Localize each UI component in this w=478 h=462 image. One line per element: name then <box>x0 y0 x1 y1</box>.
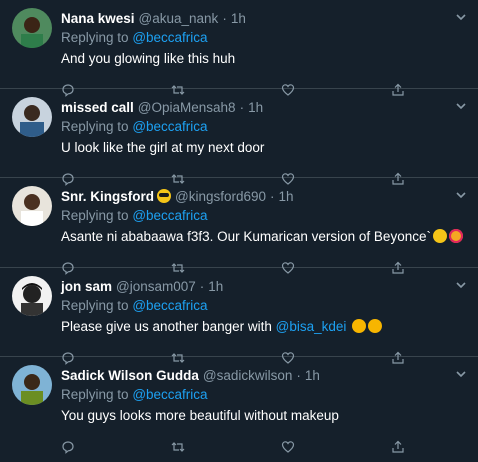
tweet-text-content: Asante ni ababaawa f3f3. Our Kumarican v… <box>61 229 431 244</box>
tweet-header: Sadick Wilson Gudda @sadickwilson · 1h <box>61 365 468 385</box>
avatar[interactable] <box>12 97 52 137</box>
user-handle[interactable]: @sadickwilson <box>203 368 292 383</box>
user-handle[interactable]: @jonsam007 <box>116 279 196 294</box>
replying-to-link[interactable]: @beccafrica <box>132 208 207 223</box>
separator: · <box>222 10 227 26</box>
rofl-emoji-icon <box>432 229 447 243</box>
chevron-down-icon[interactable] <box>454 188 468 202</box>
separator: · <box>270 188 275 204</box>
hugging-emoji-icon <box>352 319 367 333</box>
heart-eyes-emoji-icon <box>448 229 463 243</box>
tweet-header: Snr. Kingsford @kingsford690 · 1h <box>61 186 468 206</box>
tweet-text: Please give us another banger with @bisa… <box>61 317 468 337</box>
retweet-icon[interactable] <box>171 440 185 454</box>
tweet-text: And you glowing like this huh <box>61 51 236 66</box>
tweet-text: U look like the girl at my next door <box>61 140 265 155</box>
tweet-header: missed call @OpiaMensah8 · 1h <box>61 97 468 117</box>
timestamp[interactable]: 1h <box>279 189 294 204</box>
sunglasses-emoji-icon <box>157 189 172 203</box>
like-icon[interactable] <box>281 440 295 454</box>
tweet[interactable]: Nana kwesi @akua_nank · 1h Replying to @… <box>0 0 478 97</box>
replying-to: Replying to @beccafrica <box>61 206 468 225</box>
replying-to: Replying to @beccafrica <box>61 385 468 404</box>
avatar[interactable] <box>12 365 52 405</box>
avatar[interactable] <box>12 186 52 226</box>
tweet-text-content: Please give us another banger with <box>61 319 276 334</box>
replying-to: Replying to @beccafrica <box>61 28 468 47</box>
chevron-down-icon[interactable] <box>454 278 468 292</box>
timestamp[interactable]: 1h <box>208 279 223 294</box>
replying-to-link[interactable]: @beccafrica <box>132 30 207 45</box>
mention-link[interactable]: @bisa_kdei <box>276 319 347 334</box>
chevron-down-icon[interactable] <box>454 99 468 113</box>
tweet-text: Asante ni ababaawa f3f3. Our Kumarican v… <box>61 227 468 247</box>
user-handle[interactable]: @kingsford690 <box>175 189 266 204</box>
replying-to: Replying to @beccafrica <box>61 117 468 136</box>
display-name[interactable]: Sadick Wilson Gudda <box>61 368 199 383</box>
replying-to-label: Replying to <box>61 208 129 223</box>
timestamp[interactable]: 1h <box>305 368 320 383</box>
tweet-text: You guys looks more beautiful without ma… <box>61 408 339 423</box>
tweet-header: Nana kwesi @akua_nank · 1h <box>61 8 468 28</box>
tweet[interactable]: missed call @OpiaMensah8 · 1h Replying t… <box>0 89 478 186</box>
user-handle[interactable]: @akua_nank <box>139 11 219 26</box>
tweet-header: jon sam @jonsam007 · 1h <box>61 276 468 296</box>
hugging-emoji-icon <box>368 319 383 333</box>
avatar[interactable] <box>12 276 52 316</box>
replying-to-label: Replying to <box>61 387 129 402</box>
tweet-actions <box>61 432 468 462</box>
separator: · <box>199 278 205 294</box>
tweet[interactable]: jon sam @jonsam007 · 1h Replying to @bec… <box>0 268 478 365</box>
reply-icon[interactable] <box>61 440 75 454</box>
separator: · <box>239 99 245 115</box>
separator: · <box>296 367 301 383</box>
share-icon[interactable] <box>391 440 405 454</box>
timestamp[interactable]: 1h <box>231 11 246 26</box>
timestamp[interactable]: 1h <box>248 100 263 115</box>
display-name[interactable]: missed call <box>61 100 134 115</box>
chevron-down-icon[interactable] <box>454 10 468 24</box>
display-name[interactable]: Snr. Kingsford <box>61 189 154 204</box>
user-handle[interactable]: @OpiaMensah8 <box>138 100 236 115</box>
replying-to-link[interactable]: @beccafrica <box>132 387 207 402</box>
replying-to: Replying to @beccafrica <box>61 296 468 315</box>
replying-to-link[interactable]: @beccafrica <box>132 298 207 313</box>
tweet-feed: Nana kwesi @akua_nank · 1h Replying to @… <box>0 0 478 454</box>
display-name[interactable]: Nana kwesi <box>61 11 135 26</box>
tweet[interactable]: Sadick Wilson Gudda @sadickwilson · 1h R… <box>0 357 478 454</box>
chevron-down-icon[interactable] <box>454 367 468 381</box>
replying-to-label: Replying to <box>61 298 129 313</box>
avatar[interactable] <box>12 8 52 48</box>
replying-to-label: Replying to <box>61 30 129 45</box>
replying-to-link[interactable]: @beccafrica <box>132 119 207 134</box>
replying-to-label: Replying to <box>61 119 129 134</box>
tweet[interactable]: Snr. Kingsford @kingsford690 · 1h Replyi… <box>0 178 478 275</box>
display-name[interactable]: jon sam <box>61 279 112 294</box>
